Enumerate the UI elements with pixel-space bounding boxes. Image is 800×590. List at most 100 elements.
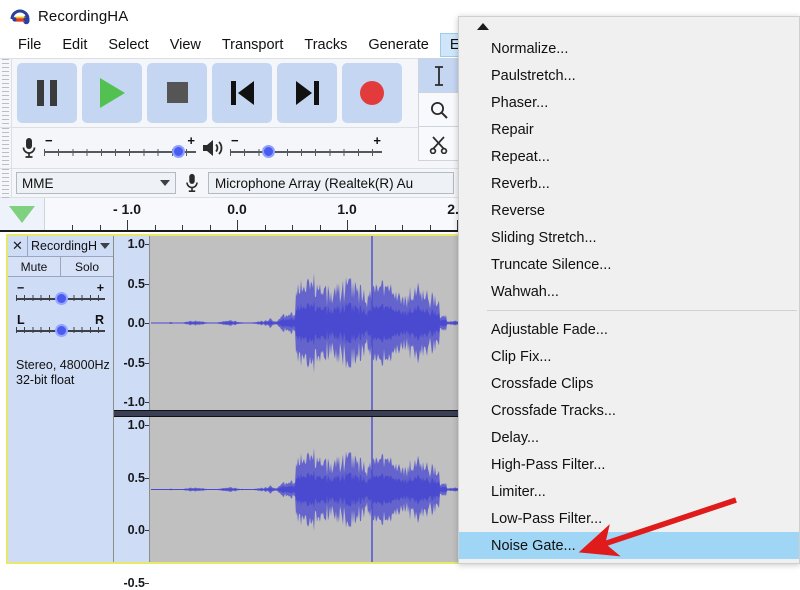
menu-item-truncate-silence[interactable]: Truncate Silence... (459, 251, 799, 278)
stop-button[interactable] (147, 63, 207, 123)
scissors-icon (429, 134, 449, 154)
gain-max-label: + (97, 281, 104, 295)
pan-left-label: L (17, 313, 25, 327)
skip-to-start-icon (231, 81, 254, 105)
menu-item-crossfade-tracks[interactable]: Crossfade Tracks... (459, 397, 799, 424)
record-button[interactable] (342, 63, 402, 123)
audio-host-select[interactable]: MME (16, 172, 176, 194)
skip-to-end-icon (296, 81, 319, 105)
scroll-up-arrow-icon (477, 23, 489, 30)
playback-volume-slider[interactable]: − + (230, 135, 382, 161)
vertical-ruler-tick (145, 323, 149, 324)
menu-item-clip-fix[interactable]: Clip Fix... (459, 343, 799, 370)
ruler-label: - 1.0 (113, 201, 141, 217)
menu-item-paulstretch[interactable]: Paulstretch... (459, 62, 799, 89)
menu-generate[interactable]: Generate (358, 33, 438, 57)
menu-item-normalize[interactable]: Normalize... (459, 35, 799, 62)
ruler-tick (182, 225, 183, 230)
vertical-ruler-label: 0.0 (128, 523, 145, 537)
ruler-tick (320, 225, 321, 230)
menu-item-repeat[interactable]: Repeat... (459, 143, 799, 170)
i-beam-icon (430, 65, 448, 87)
menu-item-reverse[interactable]: Reverse (459, 197, 799, 224)
menu-scroll-up-button[interactable] (459, 17, 799, 35)
audio-track: ✕ RecordingH Mute Solo − + (6, 234, 460, 564)
menu-item-sliding-stretch[interactable]: Sliding Stretch... (459, 224, 799, 251)
mixer-toolbar-grip[interactable] (0, 127, 12, 168)
vertical-ruler-label: 0.5 (128, 277, 145, 291)
play-button[interactable] (82, 63, 142, 123)
menu-tracks[interactable]: Tracks (294, 33, 357, 57)
waveform-path (151, 236, 459, 410)
stop-icon (167, 82, 188, 103)
menu-item-noise-gate[interactable]: Noise Gate... (459, 532, 799, 559)
track-format-line-2: 32-bit float (16, 373, 110, 388)
waveform-right-channel[interactable] (151, 417, 459, 562)
pinned-play-head-button[interactable] (0, 198, 45, 230)
transport-toolbar-grip[interactable] (0, 58, 12, 127)
play-icon (100, 78, 125, 108)
recording-slider-max-label: + (187, 133, 195, 148)
mixer-toolbar: − + − + (0, 127, 388, 168)
track-format-info: Stereo, 48000Hz 32-bit float (16, 358, 110, 388)
vertical-ruler-tick (145, 363, 149, 364)
audacity-logo-icon (10, 6, 30, 26)
vertical-ruler-label: -0.5 (123, 356, 145, 370)
ruler-tick (265, 225, 266, 230)
device-toolbar-grip[interactable] (0, 168, 12, 198)
recording-volume-slider[interactable]: − + (44, 135, 196, 161)
pan-slider-thumb[interactable] (55, 324, 68, 337)
solo-button[interactable]: Solo (61, 257, 113, 276)
waveform-left-channel[interactable] (151, 236, 459, 410)
track-name-label: RecordingH (31, 239, 97, 253)
menu-view[interactable]: View (160, 33, 211, 57)
track-format-line-1: Stereo, 48000Hz (16, 358, 110, 373)
mute-button[interactable]: Mute (8, 257, 61, 276)
track-name-dropdown[interactable]: RecordingH (28, 239, 113, 253)
ruler-tick (155, 225, 156, 230)
menu-file[interactable]: File (8, 33, 51, 57)
pan-right-label: R (95, 313, 104, 327)
menu-item-reverb[interactable]: Reverb... (459, 170, 799, 197)
vertical-ruler-right-channel: 1.00.50.0-0.5 (114, 417, 150, 562)
vertical-ruler-tick (145, 244, 149, 245)
track-close-button[interactable]: ✕ (8, 236, 28, 256)
skip-to-end-button[interactable] (277, 63, 337, 123)
selection-tool[interactable] (418, 58, 460, 93)
speaker-icon (200, 135, 226, 161)
record-icon (360, 81, 384, 105)
menu-item-low-pass-filter[interactable]: Low-Pass Filter... (459, 505, 799, 532)
menu-edit[interactable]: Edit (52, 33, 97, 57)
pinned-play-head-icon (9, 206, 35, 223)
device-toolbar: MME Microphone Array (Realtek(R) Au (0, 168, 458, 198)
vertical-ruler-tick (145, 530, 149, 531)
menu-item-adjustable-fade[interactable]: Adjustable Fade... (459, 316, 799, 343)
menu-transport[interactable]: Transport (212, 33, 294, 57)
menu-item-repair[interactable]: Repair (459, 116, 799, 143)
effect-dropdown-menu: Normalize...Paulstretch...Phaser...Repai… (458, 16, 800, 564)
gain-slider-thumb[interactable] (55, 292, 68, 305)
menu-item-high-pass-filter[interactable]: High-Pass Filter... (459, 451, 799, 478)
tools-toolbar (418, 58, 460, 168)
menu-item-crossfade-clips[interactable]: Crossfade Clips (459, 370, 799, 397)
track-gain-slider[interactable]: − + (16, 283, 105, 309)
skip-to-start-button[interactable] (212, 63, 272, 123)
multi-tool[interactable] (418, 127, 460, 161)
track-pan-slider[interactable]: L R (16, 315, 105, 341)
gain-min-label: − (17, 281, 24, 295)
zoom-tool[interactable] (418, 93, 460, 127)
menu-item-wahwah[interactable]: Wahwah... (459, 278, 799, 305)
recording-slider-min-label: − (45, 133, 53, 148)
playback-slider-thumb[interactable] (262, 145, 275, 158)
ruler-tick (402, 225, 403, 230)
input-device-select[interactable]: Microphone Array (Realtek(R) Au (208, 172, 454, 194)
vertical-ruler-tick (145, 478, 149, 479)
effect-menu-items: Normalize...Paulstretch...Phaser...Repai… (459, 35, 799, 559)
ruler-major-tick (237, 220, 238, 230)
pause-button[interactable] (17, 63, 77, 123)
recording-slider-thumb[interactable] (172, 145, 185, 158)
menu-item-limiter[interactable]: Limiter... (459, 478, 799, 505)
menu-item-delay[interactable]: Delay... (459, 424, 799, 451)
menu-item-phaser[interactable]: Phaser... (459, 89, 799, 116)
menu-select[interactable]: Select (98, 33, 158, 57)
